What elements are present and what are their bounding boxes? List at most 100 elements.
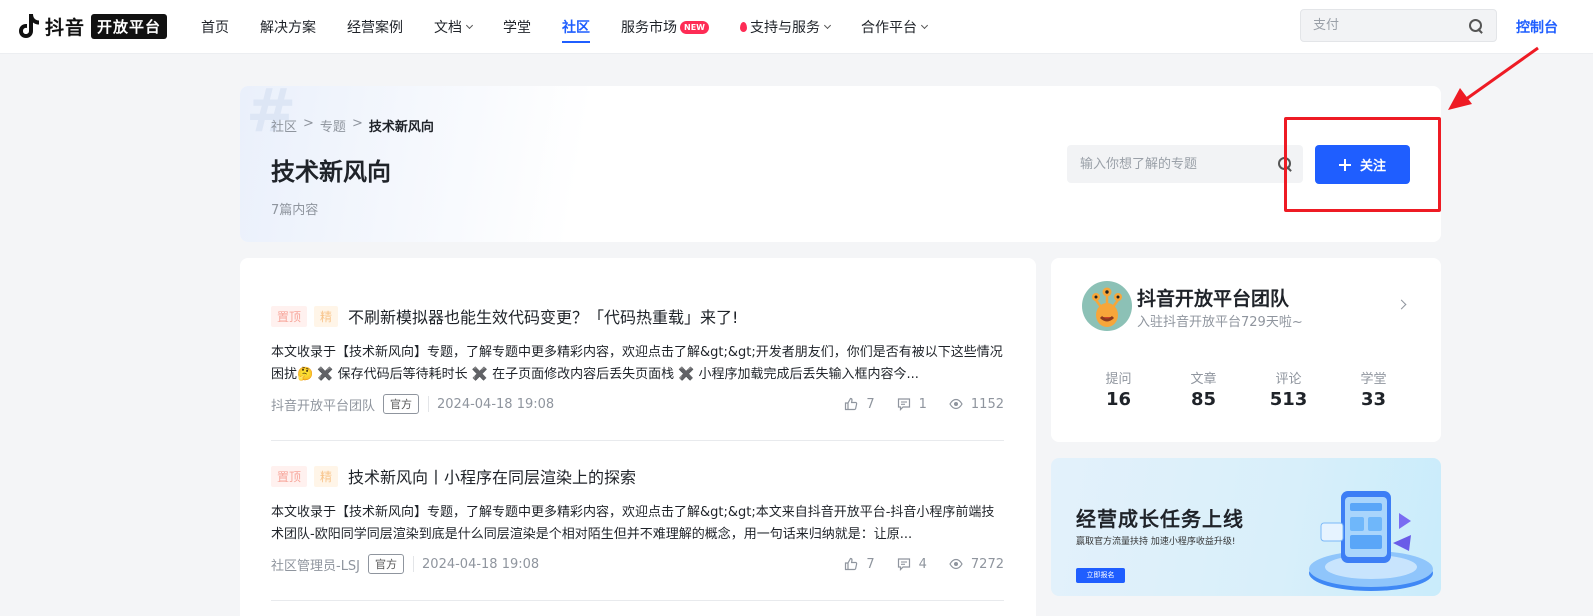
banner-signup-button[interactable]: 立即报名	[1076, 568, 1125, 583]
annotation-highlight-box	[1284, 117, 1441, 212]
nav-label: 学堂	[503, 20, 531, 36]
like-count: 7	[866, 556, 875, 572]
team-join-days: 入驻抖音开放平台729天啦~	[1137, 315, 1303, 330]
list-divider	[271, 440, 1004, 441]
pinned-tag: 置顶	[271, 465, 308, 487]
view-count: 1152	[970, 396, 1004, 412]
nav-item-home[interactable]: 首页	[201, 0, 229, 54]
eye-icon	[949, 398, 963, 410]
view-count: 7272	[970, 556, 1004, 572]
stat-comments[interactable]: 评论 513	[1246, 368, 1331, 410]
list-item[interactable]: 置顶 精 技术新风向丨小程序在同层渲染上的探索 本文收录于【技术新风向】专题，了…	[271, 465, 1004, 575]
nav-label: 合作平台	[860, 20, 917, 36]
topic-search-input[interactable]	[1067, 145, 1267, 183]
like-stat[interactable]: 7	[844, 556, 875, 572]
banner-subtitle: 赢取官方流量扶持 加速小程序收益升级!	[1076, 537, 1236, 547]
nav-label: 经营案例	[347, 20, 403, 36]
nav-item-community[interactable]: 社区	[562, 0, 590, 54]
article-list: 置顶 精 不刷新模拟器也能生效代码变更？「代码热重载」来了! 本文收录于【技术新…	[240, 258, 1036, 616]
team-stats: 提问 16 文章 85 评论 513 学堂 33	[1076, 368, 1416, 410]
meta-divider	[428, 396, 430, 412]
douyin-note-icon	[19, 14, 39, 38]
promo-banner[interactable]: 经营成长任务上线 赢取官方流量扶持 加速小程序收益升级! 立即报名	[1051, 458, 1441, 596]
nav-item-support[interactable]: 支持与服务	[739, 0, 832, 54]
stat-value: 16	[1105, 389, 1132, 410]
stat-label: 评论	[1275, 372, 1302, 387]
brand-badge: 开放平台	[91, 13, 168, 39]
article-title[interactable]: 不刷新模拟器也能生效代码变更？「代码热重载」来了!	[348, 304, 738, 328]
article-author[interactable]: 社区管理员-LSJ	[271, 555, 360, 574]
official-badge: 官方	[368, 554, 405, 574]
topic-content-count: 7篇内容	[271, 203, 319, 218]
search-icon[interactable]	[1468, 18, 1484, 34]
monster-avatar-icon	[1092, 287, 1122, 327]
chevron-down-icon	[823, 21, 832, 29]
new-badge: NEW	[680, 20, 709, 34]
annotation-arrow-icon	[1448, 46, 1539, 110]
avatar[interactable]	[1082, 281, 1132, 331]
breadcrumb-topics[interactable]: 专题	[320, 116, 346, 135]
article-author[interactable]: 抖音开放平台团队	[271, 395, 375, 414]
breadcrumb-current: 技术新风向	[368, 120, 434, 135]
fire-icon	[739, 22, 747, 32]
like-count: 7	[866, 396, 875, 412]
topic-header-card: # 社区 > 专题 > 技术新风向 技术新风向 7篇内容 关注	[240, 86, 1441, 242]
global-search-input[interactable]	[1301, 10, 1461, 41]
nav-item-docs[interactable]: 文档	[434, 0, 474, 54]
comment-stat[interactable]: 1	[897, 397, 927, 412]
stat-value: 33	[1360, 389, 1387, 410]
global-search-box	[1300, 9, 1497, 42]
comment-count: 4	[918, 556, 927, 572]
team-profile-card[interactable]: 抖音开放平台团队 入驻抖音开放平台729天啦~ 提问 16 文章 85 评论 513 …	[1051, 258, 1441, 442]
chevron-down-icon	[465, 21, 474, 29]
featured-tag: 精	[314, 465, 339, 487]
team-name[interactable]: 抖音开放平台团队	[1137, 284, 1289, 311]
console-link[interactable]: 控制台	[1516, 17, 1558, 37]
nav-label: 支持与服务	[749, 20, 820, 36]
view-stat: 1152	[949, 397, 1004, 412]
breadcrumb-separator: >	[303, 116, 314, 131]
like-stat[interactable]: 7	[844, 396, 875, 412]
brand-name: 抖音	[45, 16, 86, 39]
thumbs-up-icon	[845, 557, 858, 571]
nav-item-marketplace[interactable]: 服务市场 NEW	[621, 0, 709, 54]
top-navigation-bar: 抖音 开放平台 首页 解决方案 经营案例 文档 学堂 社区 服务市场 NEW 支持…	[0, 0, 1593, 54]
banner-title: 经营成长任务上线	[1076, 507, 1244, 531]
stat-questions[interactable]: 提问 16	[1076, 368, 1161, 410]
topic-search-box	[1067, 145, 1303, 183]
view-stat: 7272	[949, 557, 1004, 572]
stat-academy[interactable]: 学堂 33	[1331, 368, 1416, 410]
comment-stat[interactable]: 4	[897, 557, 927, 572]
nav-item-academy[interactable]: 学堂	[503, 0, 531, 54]
page-title: 技术新风向	[271, 158, 391, 186]
nav-item-solutions[interactable]: 解决方案	[260, 0, 316, 54]
stat-label: 学堂	[1360, 372, 1387, 387]
chevron-right-icon[interactable]	[1396, 299, 1407, 310]
official-badge: 官方	[383, 394, 420, 414]
nav-label: 解决方案	[260, 20, 316, 36]
growth-platform-illustration-icon	[1309, 491, 1433, 591]
comment-icon	[897, 558, 910, 571]
stat-label: 提问	[1105, 372, 1132, 387]
pinned-tag: 置顶	[271, 305, 308, 327]
eye-icon	[949, 558, 963, 570]
chevron-down-icon	[920, 21, 929, 29]
nav-label: 首页	[201, 20, 229, 36]
article-title[interactable]: 技术新风向丨小程序在同层渲染上的探索	[348, 464, 636, 488]
nav-label: 文档	[434, 20, 462, 36]
main-nav: 首页 解决方案 经营案例 文档 学堂 社区 服务市场 NEW 支持与服务 合作平台	[201, 0, 958, 54]
nav-item-partners[interactable]: 合作平台	[860, 0, 929, 54]
list-divider	[271, 600, 1004, 601]
nav-item-cases[interactable]: 经营案例	[347, 0, 403, 54]
article-date: 2024-04-18 19:08	[437, 396, 555, 412]
stat-value: 513	[1269, 389, 1308, 410]
thumbs-up-icon	[845, 397, 858, 411]
breadcrumb-separator: >	[351, 116, 363, 131]
list-item[interactable]: 置顶 精 不刷新模拟器也能生效代码变更？「代码热重载」来了! 本文收录于【技术新…	[271, 305, 1004, 415]
comment-count: 1	[918, 396, 927, 412]
stat-articles[interactable]: 文章 85	[1161, 368, 1246, 410]
breadcrumb-community[interactable]: 社区	[271, 116, 297, 135]
brand-logo[interactable]: 抖音 开放平台	[18, 12, 168, 40]
breadcrumb: 社区 > 专题 > 技术新风向	[271, 116, 440, 135]
nav-label: 社区	[562, 20, 590, 36]
